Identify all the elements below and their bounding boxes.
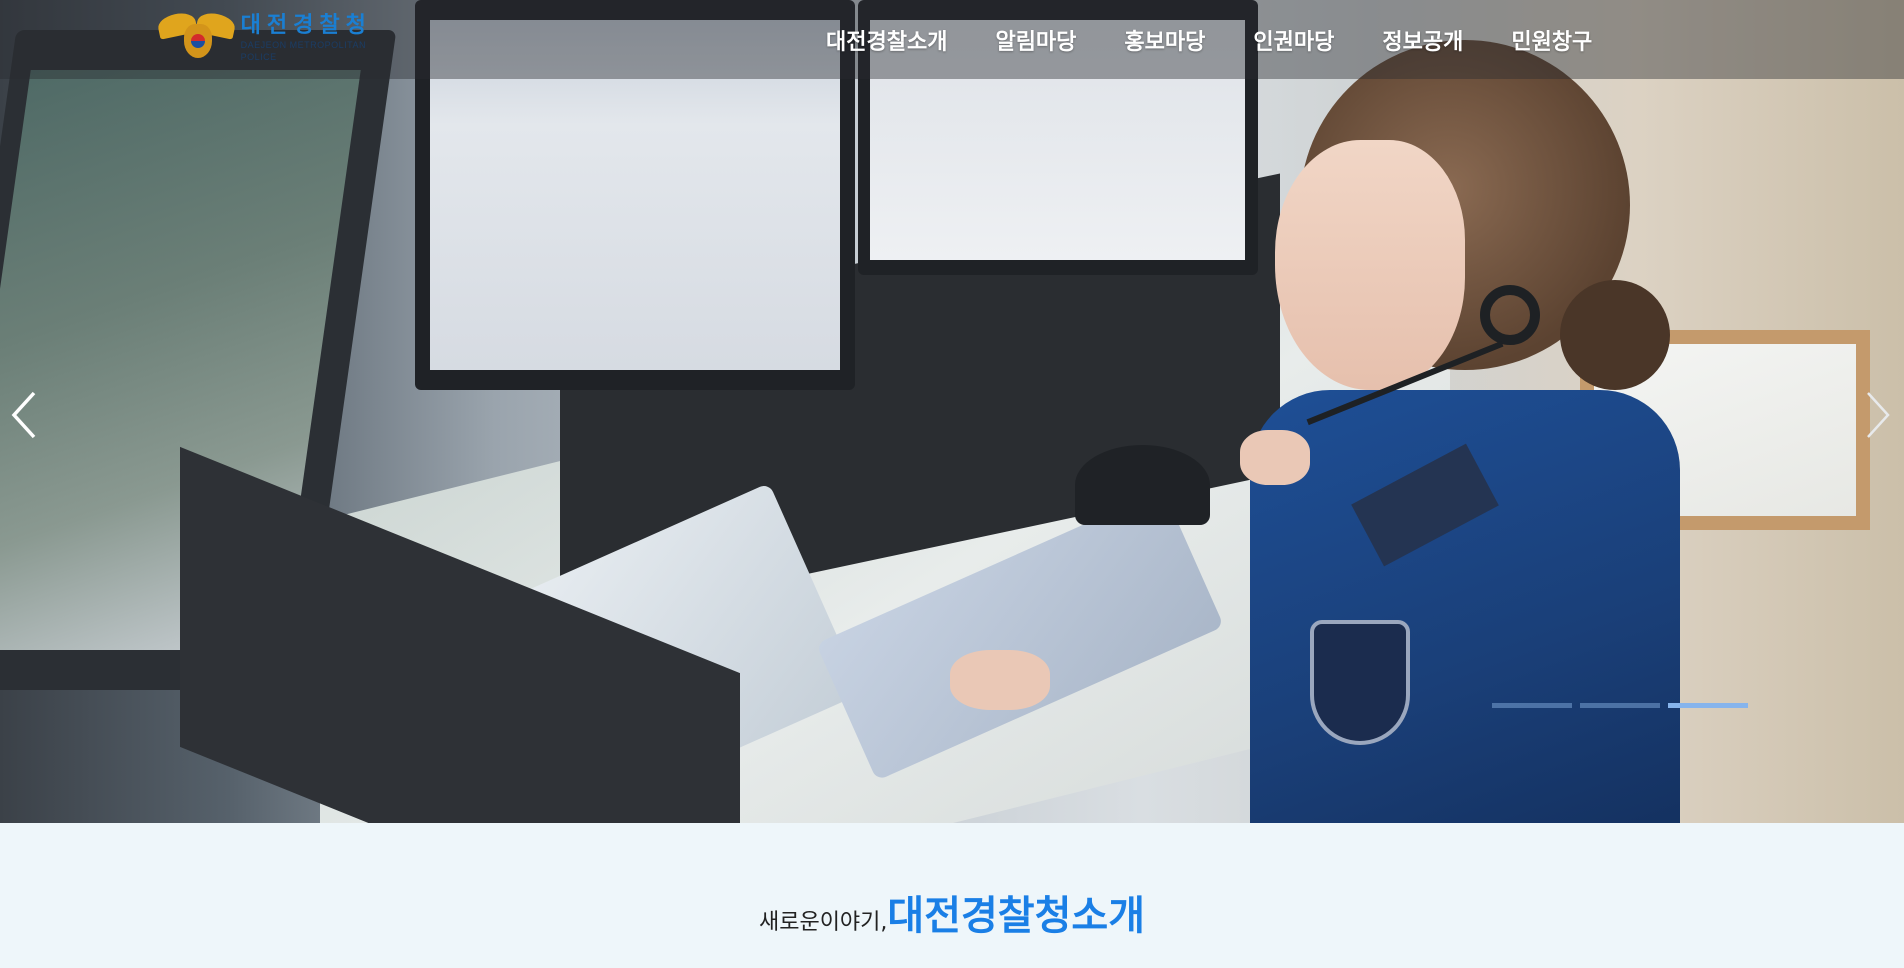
nav-item-notice[interactable]: 알림마당 <box>995 24 1076 56</box>
headset <box>1480 285 1540 345</box>
slider-prev-button[interactable] <box>4 385 44 445</box>
logo-english: DAEJEON METROPOLITAN POLICE <box>240 39 366 62</box>
slide-indicator-3[interactable] <box>1668 703 1748 708</box>
logo-korean: 대전경찰청 <box>240 12 372 38</box>
nav-item-information[interactable]: 정보공개 <box>1382 24 1463 56</box>
slide-indicator-2[interactable] <box>1580 703 1660 708</box>
officer-bun <box>1560 280 1670 390</box>
police-patch <box>1310 620 1410 745</box>
intro-prefix: 새로운이야기, <box>758 910 888 935</box>
hero-slider: 대전경찰청 DAEJEON METROPOLITAN POLICE 대전경찰소개… <box>0 0 1904 823</box>
intro-title: 대전경찰청소개 <box>887 893 1146 939</box>
desk-microphone <box>1075 445 1210 525</box>
chevron-left-icon <box>11 391 36 439</box>
site-logo[interactable]: 대전경찰청 DAEJEON METROPOLITAN POLICE <box>156 10 398 65</box>
nav-item-civil-service[interactable]: 민원창구 <box>1511 24 1592 56</box>
top-navigation-bar: 대전경찰청 DAEJEON METROPOLITAN POLICE 대전경찰소개… <box>0 0 1904 79</box>
hand-on-keyboard <box>950 650 1050 710</box>
logo-text: 대전경찰청 DAEJEON METROPOLITAN POLICE <box>241 13 398 63</box>
nav-item-about[interactable]: 대전경찰소개 <box>826 24 947 56</box>
nav-item-human-rights[interactable]: 인권마당 <box>1253 24 1334 56</box>
police-emblem-icon <box>156 10 237 65</box>
intro-section: 새로운이야기,대전경찰청소개 <box>0 823 1904 968</box>
slider-indicators <box>1492 703 1756 708</box>
chevron-right-icon <box>1867 392 1890 438</box>
officer-face <box>1275 140 1465 390</box>
slide-indicator-1[interactable] <box>1492 703 1572 708</box>
slider-next-button[interactable] <box>1858 385 1898 445</box>
nav-item-pr[interactable]: 홍보마당 <box>1124 24 1205 56</box>
hand-on-mouse <box>1240 430 1310 485</box>
main-nav: 대전경찰소개 알림마당 홍보마당 인권마당 정보공개 민원창구 <box>800 0 1640 79</box>
intro-heading: 새로운이야기,대전경찰청소개 <box>0 883 1904 941</box>
